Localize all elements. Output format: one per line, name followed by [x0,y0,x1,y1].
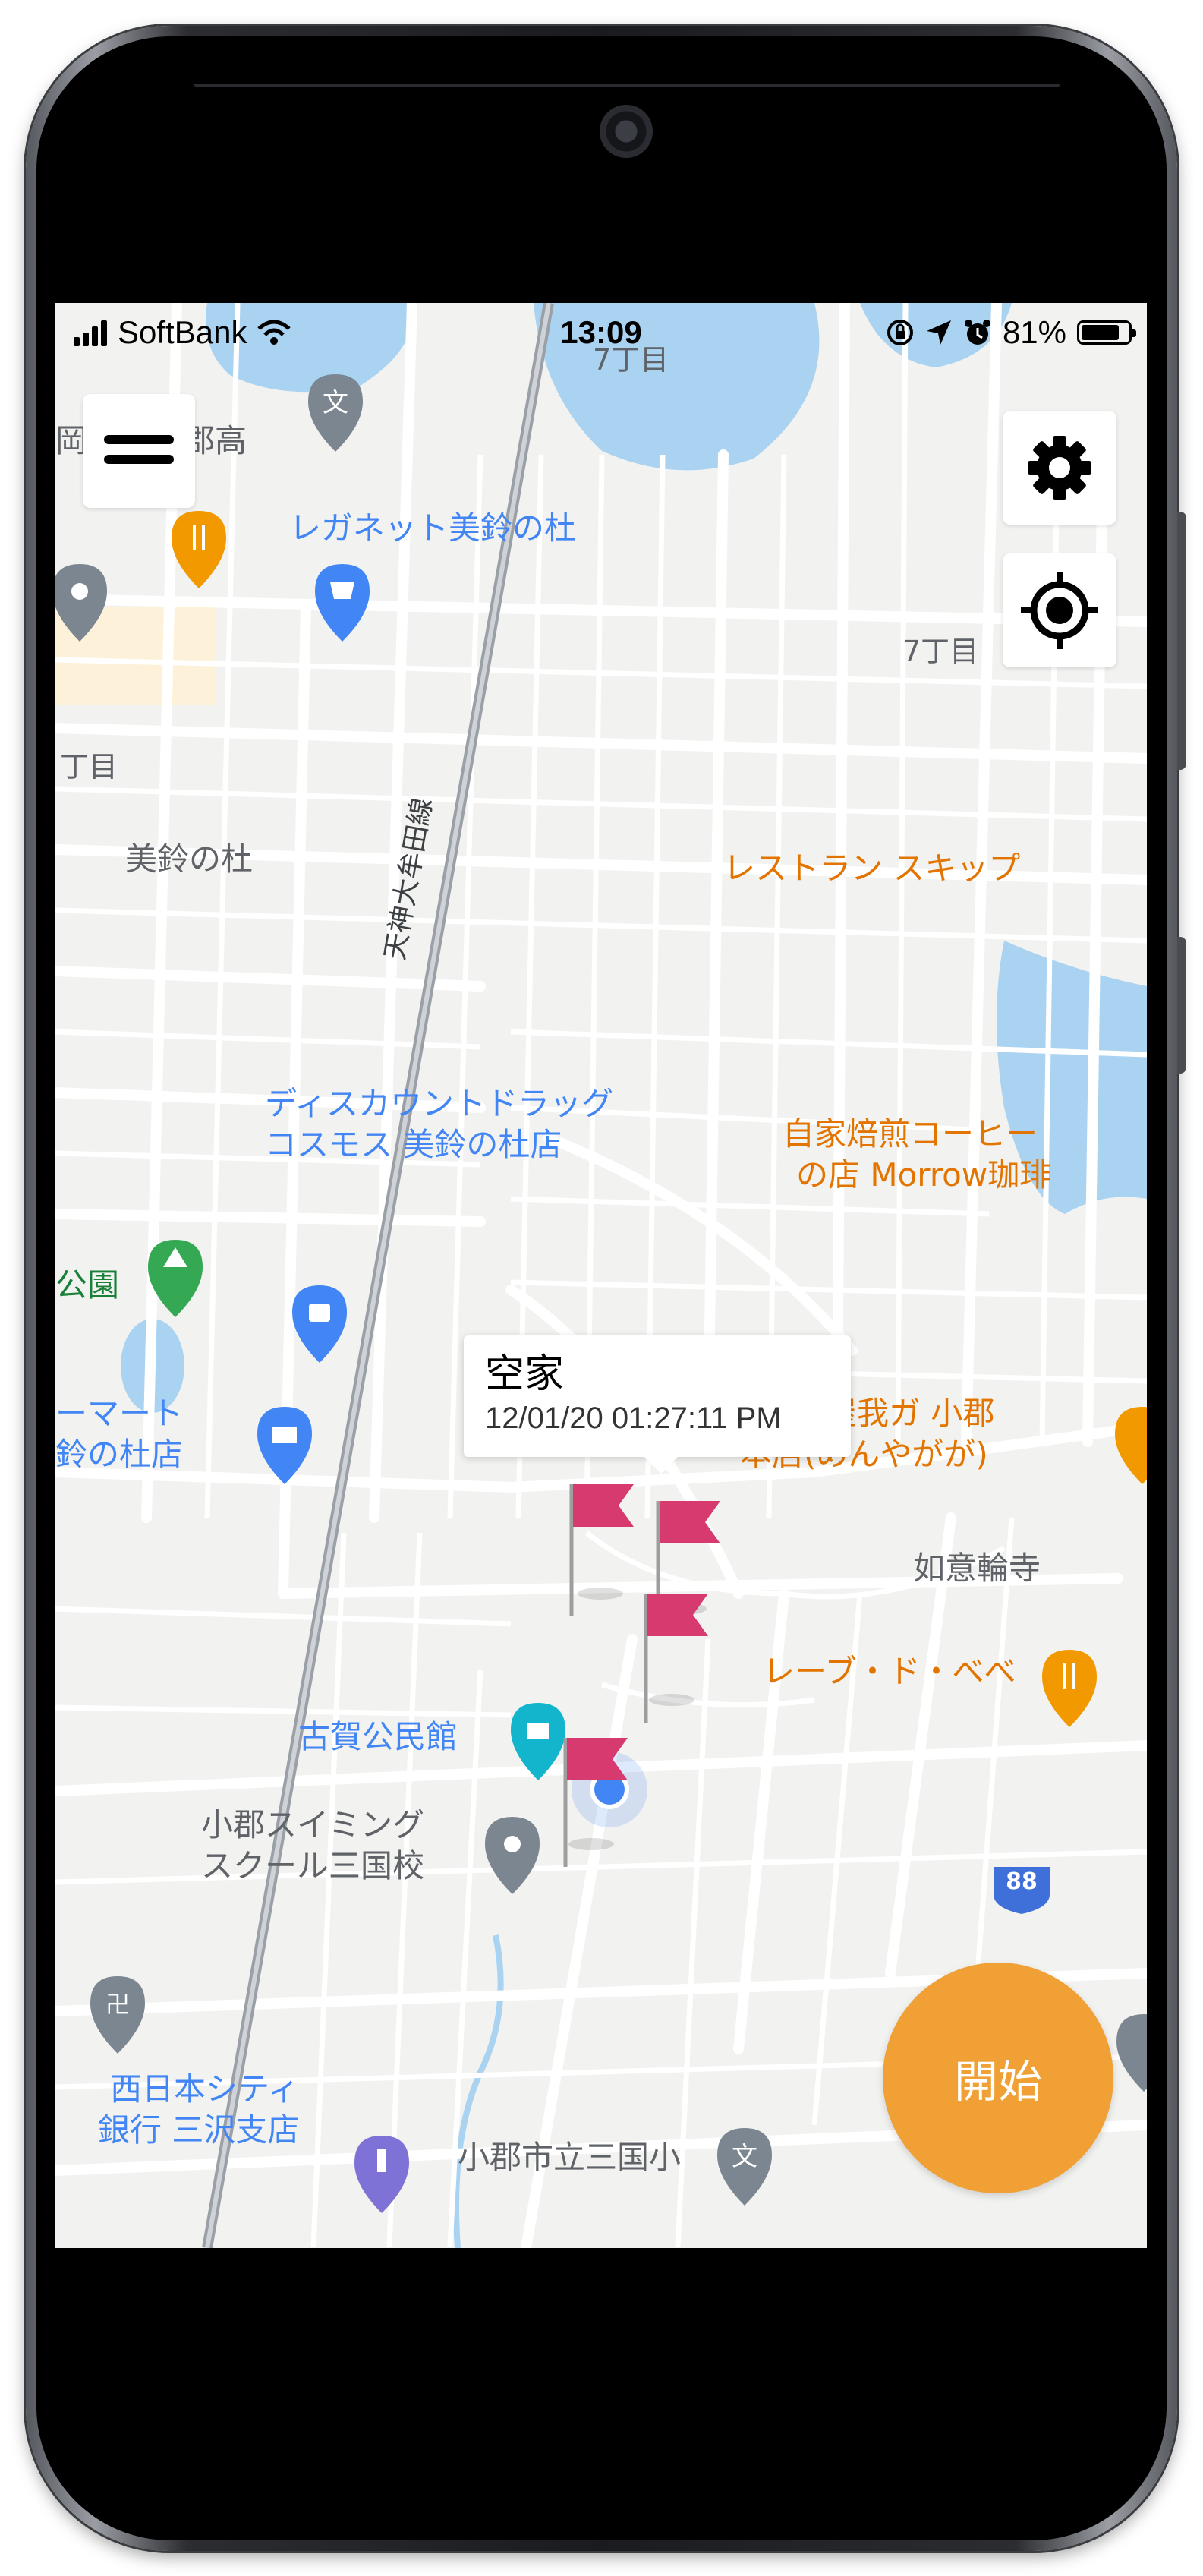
callout-title: 空家 [485,1351,565,1397]
callout-timestamp: 12/01/20 01:27:11 PM [485,1402,782,1435]
start-button[interactable]: 開始 [883,1963,1113,2193]
menu-button[interactable] [83,394,195,508]
hamburger-icon [104,435,174,464]
start-button-label: 開始 [953,2056,1042,2108]
earpiece-speaker [194,84,1060,87]
map-place-label: 銀行 三沢支店 [98,2111,300,2149]
battery-level [1082,325,1119,340]
map-place-label: の店 Morrow珈琲 [796,1156,1052,1193]
svg-text:文: 文 [323,388,348,418]
map-place-label: ディスカウントドラッグ [265,1085,614,1122]
crosshair-location-icon [1021,572,1098,649]
power-button [1177,937,1186,1074]
rotation-lock-icon [887,320,913,345]
district-label: 7丁目 [902,635,979,668]
battery-icon [1077,320,1136,345]
map-place-label: 鈴の杜店 [55,1436,184,1473]
map-place-label: レーブ・ド・べべ [763,1653,1016,1690]
settings-button[interactable] [1003,411,1116,525]
app-screen: 文 卍 文 7丁目 7丁目 丁目 美鈴の杜 岡! 郡高 レガネット美鈴の杜 レス… [55,303,1147,2248]
volume-button [1177,512,1186,770]
map-place-label: 西日本シティ [110,2070,300,2108]
location-arrow-icon [926,320,951,345]
map-place-label: 古賀公民館 [298,1718,458,1755]
map-place-label: 自家焙煎コーヒー [783,1115,1038,1152]
map-place-label: コスモス 美鈴の杜店 [265,1126,562,1163]
status-bar: SoftBank 13:09 81% [55,303,1147,362]
alarm-clock-icon [964,320,990,345]
map-place-label: レストラン スキップ [723,850,1021,887]
district-label: 美鈴の杜 [125,840,254,878]
route-number-label: 88 [1006,1868,1038,1895]
map-place-label: スクール三国校 [201,1847,425,1884]
battery-percentage: 81% [1002,314,1066,350]
map-place-label: 如意輪寺 [913,1550,1041,1587]
map-place-label: ーマート [55,1395,184,1432]
map-place-label: レガネット美鈴の杜 [289,509,577,547]
map-canvas[interactable]: 文 卍 文 [55,303,1147,2248]
locate-button[interactable] [1003,553,1116,667]
map-place-label: 小郡スイミング [201,1806,425,1843]
district-label: 丁目 [60,750,118,784]
svg-text:卍: 卍 [105,1990,130,2019]
marker-info-callout[interactable]: 空家 12/01/20 01:27:11 PM [464,1335,851,1474]
map-place-label: 公園 [55,1266,120,1304]
front-camera [600,105,653,158]
svg-text:文: 文 [732,2142,757,2172]
map-place-label: 小郡市立三国小 [458,2139,682,2176]
gear-icon [1028,436,1091,500]
